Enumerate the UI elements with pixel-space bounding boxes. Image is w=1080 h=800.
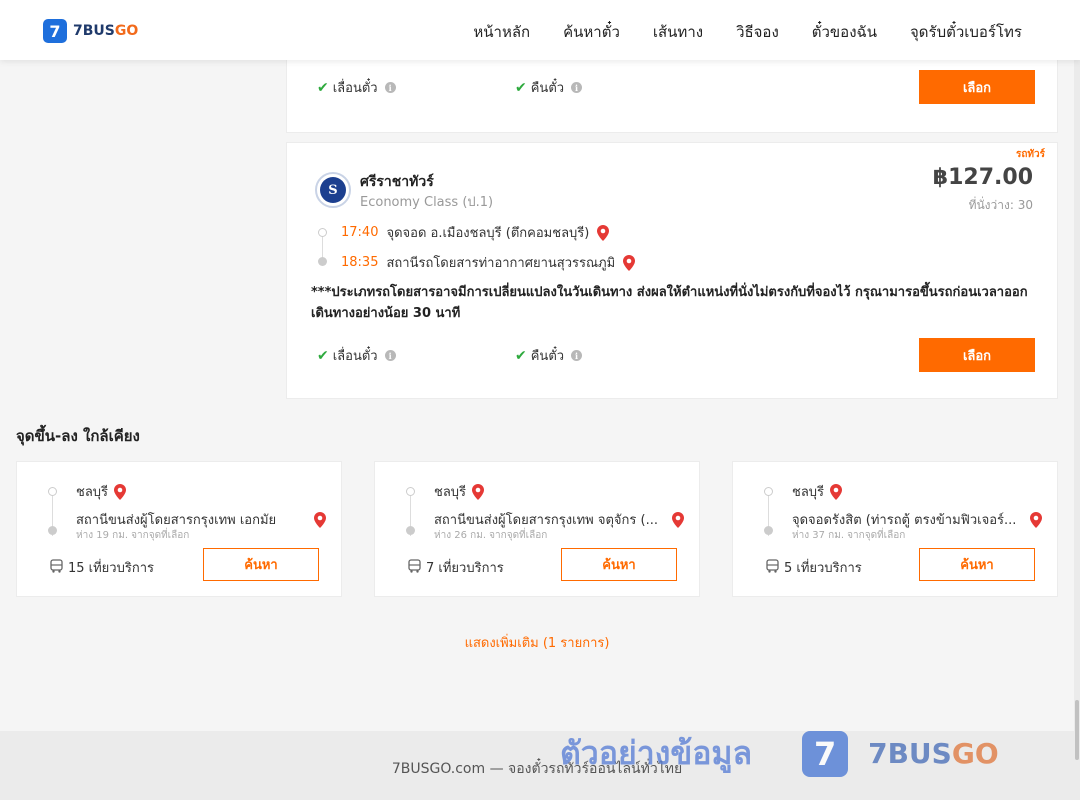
trip-count-label: 7 เที่ยวบริการ [426, 561, 504, 576]
feature-label: คืนตั๋ว [530, 81, 565, 96]
bus-icon [408, 558, 421, 577]
timeline-end-dot [406, 526, 415, 535]
origin-label: ชลบุรี [434, 485, 467, 500]
operator-logo: S [315, 172, 351, 208]
bus-type-badge: รถทัวร์ [1015, 149, 1045, 160]
check-icon: ✔ [317, 347, 329, 364]
timeline-start-dot [318, 228, 327, 237]
nearby-origin: ชลบุรี [434, 481, 485, 502]
nav-search-ticket[interactable]: ค้นหาตั๋ว [563, 20, 620, 44]
feature-label: คืนตั๋ว [530, 349, 565, 364]
nearby-destination: จุดจอดรังสิต (ท่ารถตู้ ตรงข้ามฟิวเจอร์..… [792, 509, 1042, 530]
map-pin-icon[interactable] [1030, 511, 1042, 528]
origin-label: ชลบุรี [76, 485, 109, 500]
trip-count-label: 5 เที่ยวบริการ [784, 561, 862, 576]
ticket-price: ฿127.00 [932, 165, 1033, 190]
bus-icon [50, 558, 63, 577]
map-pin-icon[interactable] [623, 254, 636, 271]
nearby-distance: ห่าง 37 กม. จากจุดที่เลือก [792, 530, 906, 541]
timeline-end-dot [48, 526, 57, 535]
check-icon: ✔ [515, 79, 527, 96]
main-nav: หน้าหลัก ค้นหาตั๋ว เส้นทาง วิธีจอง ตั๋วข… [473, 20, 1022, 44]
nearby-destination: สถานีขนส่งผู้โดยสารกรุงเทพ จตุจักร (... [434, 509, 684, 530]
destination-label: สถานีขนส่งผู้โดยสารกรุงเทพ จตุจักร (... [434, 513, 658, 528]
info-icon[interactable]: i [571, 350, 583, 361]
nearby-origin: ชลบุรี [76, 481, 127, 502]
nearby-trip-count: 7 เที่ยวบริการ [408, 557, 504, 578]
nearby-search-button[interactable]: ค้นหา [561, 548, 677, 581]
map-pin-icon[interactable] [597, 224, 610, 241]
destination-label: สถานีขนส่งผู้โดยสารกรุงเทพ เอกมัย [76, 513, 277, 528]
logo-mark-icon: 7 [43, 19, 67, 43]
nearby-search-button[interactable]: ค้นหา [919, 548, 1035, 581]
page-scrollbar[interactable] [1074, 60, 1080, 800]
operator-name: ศรีราชาทัวร์ [360, 174, 434, 190]
check-icon: ✔ [317, 79, 329, 96]
trip-count-label: 15 เที่ยวบริการ [68, 561, 154, 576]
show-more-link[interactable]: แสดงเพิ่มเติม (1 รายการ) [0, 632, 1074, 653]
check-icon: ✔ [515, 347, 527, 364]
nearby-trip-count: 15 เที่ยวบริการ [50, 557, 154, 578]
timeline-start-dot [764, 487, 773, 496]
nearby-card: ชลบุรี จุดจอดรังสิต (ท่ารถตู้ ตรงข้ามฟิว… [732, 461, 1058, 597]
info-icon[interactable]: i [384, 82, 396, 93]
map-pin-icon[interactable] [114, 483, 127, 500]
page-footer: 7BUSGO.com — จองตั๋วรถทัวร์ออนไลน์ทั่วไท… [0, 731, 1074, 800]
feature-label: เลื่อนตั๋ว [332, 349, 378, 364]
origin-label: ชลบุรี [792, 485, 825, 500]
feature-change-ticket: ✔ เลื่อนตั๋ว i [317, 77, 396, 98]
operator-class: Economy Class (ป.1) [360, 195, 494, 210]
departure-time: 17:40 [341, 225, 379, 240]
feature-change-ticket: ✔ เลื่อนตั๋ว i [317, 345, 396, 366]
bus-icon [766, 558, 779, 577]
nearby-distance: ห่าง 26 กม. จากจุดที่เลือก [434, 530, 548, 541]
arrival-time: 18:35 [341, 255, 379, 270]
footer-text: 7BUSGO.com — จองตั๋วรถทัวร์ออนไลน์ทั่วไท… [391, 761, 683, 777]
logo-text: 7BUSGO [73, 23, 139, 39]
map-pin-icon[interactable] [672, 511, 684, 528]
nearby-destination: สถานีขนส่งผู้โดยสารกรุงเทพ เอกมัย [76, 509, 326, 530]
feature-label: เลื่อนตั๋ว [332, 81, 378, 96]
seats-available: ที่นั่งว่าง: 30 [968, 198, 1033, 212]
info-icon[interactable]: i [384, 350, 396, 361]
departure-location: จุดจอด อ.เมืองชลบุรี (ตึกคอมชลบุรี) [386, 226, 590, 241]
nav-how-to-book[interactable]: วิธีจอง [736, 20, 779, 44]
destination-label: จุดจอดรังสิต (ท่ารถตู้ ตรงข้ามฟิวเจอร์..… [792, 513, 1017, 528]
info-icon[interactable]: i [571, 82, 583, 93]
arrival-stop: 18:35 สถานีรถโดยสารท่าอากาศยานสุวรรณภูมิ [341, 252, 636, 273]
scrollbar-thumb[interactable] [1075, 700, 1079, 760]
site-logo[interactable]: 7 7BUSGO [43, 19, 138, 43]
nav-ticket-points[interactable]: จุดรับตั๋วเบอร์โทร [910, 20, 1022, 44]
nav-my-tickets[interactable]: ตั๋วของฉัน [812, 20, 877, 44]
nearby-search-button[interactable]: ค้นหา [203, 548, 319, 581]
timeline-end-dot [764, 526, 773, 535]
nearby-card: ชลบุรี สถานีขนส่งผู้โดยสารกรุงเทพ จตุจัก… [374, 461, 700, 597]
nav-routes[interactable]: เส้นทาง [653, 20, 703, 44]
timeline-start-dot [48, 487, 57, 496]
nearby-origin: ชลบุรี [792, 481, 843, 502]
trip-card: รถทัวร์ S ศรีราชาทัวร์ Economy Class (ป.… [286, 142, 1058, 399]
select-button[interactable]: เลือก [919, 338, 1035, 372]
nav-home[interactable]: หน้าหลัก [473, 20, 530, 44]
map-pin-icon[interactable] [314, 511, 326, 528]
feature-refund-ticket: ✔ คืนตั๋ว i [515, 77, 583, 98]
timeline-end-dot [318, 257, 327, 266]
nearby-trip-count: 5 เที่ยวบริการ [766, 557, 862, 578]
trip-card-previous: ✔ เลื่อนตั๋ว i ✔ คืนตั๋ว i เลือก [286, 58, 1058, 133]
nearby-section-title: จุดขึ้น-ลง ใกล้เคียง [16, 427, 140, 445]
map-pin-icon[interactable] [830, 483, 843, 500]
departure-stop: 17:40 จุดจอด อ.เมืองชลบุรี (ตึกคอมชลบุรี… [341, 222, 610, 243]
top-header: 7 7BUSGO หน้าหลัก ค้นหาตั๋ว เส้นทาง วิธี… [0, 0, 1080, 60]
timeline-start-dot [406, 487, 415, 496]
select-button[interactable]: เลือก [919, 70, 1035, 104]
nearby-distance: ห่าง 19 กม. จากจุดที่เลือก [76, 530, 190, 541]
arrival-location: สถานีรถโดยสารท่าอากาศยานสุวรรณภูมิ [386, 256, 616, 271]
trip-notice: ***ประเภทรถโดยสารอาจมีการเปลี่ยนแปลงในวั… [311, 285, 1028, 321]
feature-refund-ticket: ✔ คืนตั๋ว i [515, 345, 583, 366]
operator-logo-icon: S [320, 177, 346, 203]
map-pin-icon[interactable] [472, 483, 485, 500]
nearby-card: ชลบุรี สถานีขนส่งผู้โดยสารกรุงเทพ เอกมัย… [16, 461, 342, 597]
